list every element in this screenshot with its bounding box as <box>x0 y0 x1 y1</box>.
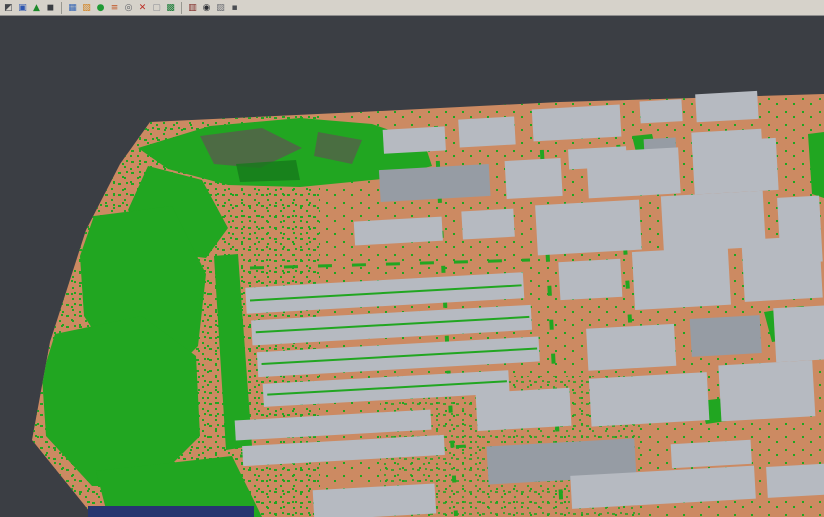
mesh-icon[interactable]: ● <box>94 1 107 14</box>
main-toolbar: ◩ ▣ ▲ ◼ ▦ ▧ ● ≡ ◎ ✕ ▢ ▩ ▥ ◉ ▨ ▪ <box>0 0 824 16</box>
point-cloud-scene <box>0 16 824 517</box>
camera-icon[interactable]: ▢ <box>150 1 163 14</box>
application-window: ◩ ▣ ▲ ◼ ▦ ▧ ● ≡ ◎ ✕ ▢ ▩ ▥ ◉ ▨ ▪ <box>0 0 824 517</box>
navigation-icon[interactable]: ◩ <box>2 1 15 14</box>
toolbar-separator <box>181 2 182 14</box>
reset-view-icon[interactable]: ✕ <box>136 1 149 14</box>
orthophoto-icon[interactable]: ▥ <box>186 1 199 14</box>
ruler-icon[interactable]: ◎ <box>122 1 135 14</box>
toolbar-separator <box>61 2 62 14</box>
settings-icon[interactable]: ▪ <box>228 1 241 14</box>
viewport-3d[interactable] <box>0 16 824 517</box>
selection-icon[interactable]: ▣ <box>16 1 29 14</box>
dem-icon[interactable]: ◉ <box>200 1 213 14</box>
lasso-icon[interactable]: ▲ <box>30 1 43 14</box>
texture-icon[interactable]: ▩ <box>164 1 177 14</box>
wireframe-icon[interactable]: ≡ <box>108 1 121 14</box>
background-window-fragment <box>88 506 254 517</box>
point-cloud-icon[interactable]: ▦ <box>66 1 79 14</box>
dense-cloud-icon[interactable]: ▧ <box>80 1 93 14</box>
snapshot-icon[interactable]: ▨ <box>214 1 227 14</box>
crop-icon[interactable]: ◼ <box>44 1 57 14</box>
